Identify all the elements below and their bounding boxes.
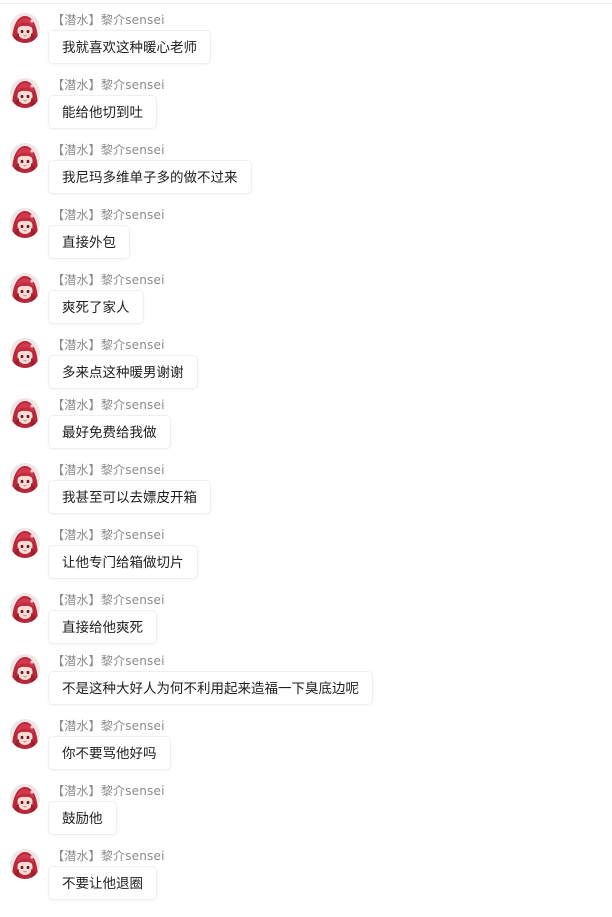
- sender-label: 【潜水】黎介sensei: [52, 208, 165, 222]
- message-bubble[interactable]: 多来点这种暖男谢谢: [48, 355, 198, 389]
- message-bubble[interactable]: 我尼玛多维单子多的做不过来: [48, 160, 252, 194]
- sender-label: 【潜水】黎介sensei: [52, 463, 165, 477]
- sender-tag: 【潜水】: [52, 273, 101, 287]
- sender-label: 【潜水】黎介sensei: [52, 338, 165, 352]
- sender-label: 【潜水】黎介sensei: [52, 528, 165, 542]
- user-avatar[interactable]: [10, 208, 40, 238]
- chat-message: 【潜水】黎介sensei 能给他切到吐: [0, 78, 612, 138]
- chat-message: 【潜水】黎介sensei 多来点这种暖男谢谢: [0, 338, 612, 398]
- sender-tag: 【潜水】: [52, 654, 101, 668]
- sender-tag: 【潜水】: [52, 78, 101, 92]
- user-avatar[interactable]: [10, 398, 40, 428]
- sender-tag: 【潜水】: [52, 593, 101, 607]
- sender-name[interactable]: 黎介sensei: [101, 398, 165, 412]
- message-bubble[interactable]: 让他专门给箱做切片: [48, 545, 198, 579]
- sender-label: 【潜水】黎介sensei: [52, 273, 165, 287]
- message-bubble[interactable]: 鼓励他: [48, 801, 117, 835]
- sender-name[interactable]: 黎介sensei: [101, 528, 165, 542]
- message-bubble[interactable]: 我就喜欢这种暖心老师: [48, 30, 211, 64]
- sender-label: 【潜水】黎介sensei: [52, 13, 165, 27]
- message-bubble[interactable]: 最好免费给我做: [48, 415, 171, 449]
- sender-tag: 【潜水】: [52, 784, 101, 798]
- sender-label: 【潜水】黎介sensei: [52, 143, 165, 157]
- user-avatar[interactable]: [10, 338, 40, 368]
- sender-tag: 【潜水】: [52, 528, 101, 542]
- chat-message: 【潜水】黎介sensei 直接给他爽死: [0, 593, 612, 653]
- sender-tag: 【潜水】: [52, 463, 101, 477]
- user-avatar[interactable]: [10, 593, 40, 623]
- chat-message: 【潜水】黎介sensei 我就喜欢这种暖心老师: [0, 13, 612, 73]
- message-bubble[interactable]: 爽死了家人: [48, 290, 144, 324]
- sender-name[interactable]: 黎介sensei: [101, 13, 165, 27]
- message-bubble[interactable]: 能给他切到吐: [48, 95, 157, 129]
- chat-message: 【潜水】黎介sensei 让他专门给箱做切片: [0, 528, 612, 588]
- sender-name[interactable]: 黎介sensei: [101, 143, 165, 157]
- sender-name[interactable]: 黎介sensei: [101, 208, 165, 222]
- sender-name[interactable]: 黎介sensei: [101, 78, 165, 92]
- sender-tag: 【潜水】: [52, 398, 101, 412]
- sender-label: 【潜水】黎介sensei: [52, 654, 165, 668]
- chat-message: 【潜水】黎介sensei 不是这种大好人为何不利用起来造福一下臭底边呢: [0, 654, 612, 714]
- chat-message: 【潜水】黎介sensei 直接外包: [0, 208, 612, 268]
- message-bubble[interactable]: 直接外包: [48, 225, 130, 259]
- message-bubble[interactable]: 不是这种大好人为何不利用起来造福一下臭底边呢: [48, 671, 373, 705]
- message-bubble[interactable]: 不要让他退圈: [48, 866, 157, 900]
- sender-name[interactable]: 黎介sensei: [101, 338, 165, 352]
- sender-name[interactable]: 黎介sensei: [101, 593, 165, 607]
- user-avatar[interactable]: [10, 654, 40, 684]
- user-avatar[interactable]: [10, 784, 40, 814]
- sender-tag: 【潜水】: [52, 208, 101, 222]
- user-avatar[interactable]: [10, 78, 40, 108]
- chat-message: 【潜水】黎介sensei 不要让他退圈: [0, 849, 612, 909]
- message-bubble[interactable]: 我甚至可以去嫖皮开箱: [48, 480, 211, 514]
- sender-label: 【潜水】黎介sensei: [52, 719, 165, 733]
- user-avatar[interactable]: [10, 13, 40, 43]
- user-avatar[interactable]: [10, 463, 40, 493]
- user-avatar[interactable]: [10, 719, 40, 749]
- sender-tag: 【潜水】: [52, 338, 101, 352]
- chat-message: 【潜水】黎介sensei 我甚至可以去嫖皮开箱: [0, 463, 612, 523]
- sender-tag: 【潜水】: [52, 143, 101, 157]
- user-avatar[interactable]: [10, 143, 40, 173]
- sender-name[interactable]: 黎介sensei: [101, 784, 165, 798]
- user-avatar[interactable]: [10, 528, 40, 558]
- message-bubble[interactable]: 直接给他爽死: [48, 610, 157, 644]
- sender-label: 【潜水】黎介sensei: [52, 593, 165, 607]
- chat-message: 【潜水】黎介sensei 最好免费给我做: [0, 398, 612, 458]
- sender-tag: 【潜水】: [52, 719, 101, 733]
- sender-tag: 【潜水】: [52, 849, 101, 863]
- sender-label: 【潜水】黎介sensei: [52, 849, 165, 863]
- chat-message: 【潜水】黎介sensei 我尼玛多维单子多的做不过来: [0, 143, 612, 203]
- sender-label: 【潜水】黎介sensei: [52, 398, 165, 412]
- sender-name[interactable]: 黎介sensei: [101, 273, 165, 287]
- sender-label: 【潜水】黎介sensei: [52, 784, 165, 798]
- message-bubble[interactable]: 你不要骂他好吗: [48, 736, 171, 770]
- chat-message: 【潜水】黎介sensei 你不要骂他好吗: [0, 719, 612, 779]
- chat-message: 【潜水】黎介sensei 鼓励他: [0, 784, 612, 844]
- chat-message: 【潜水】黎介sensei 爽死了家人: [0, 273, 612, 333]
- sender-name[interactable]: 黎介sensei: [101, 849, 165, 863]
- sender-tag: 【潜水】: [52, 13, 101, 27]
- sender-label: 【潜水】黎介sensei: [52, 78, 165, 92]
- user-avatar[interactable]: [10, 273, 40, 303]
- sender-name[interactable]: 黎介sensei: [101, 463, 165, 477]
- user-avatar[interactable]: [10, 849, 40, 879]
- sender-name[interactable]: 黎介sensei: [101, 719, 165, 733]
- top-divider: [0, 3, 612, 4]
- sender-name[interactable]: 黎介sensei: [101, 654, 165, 668]
